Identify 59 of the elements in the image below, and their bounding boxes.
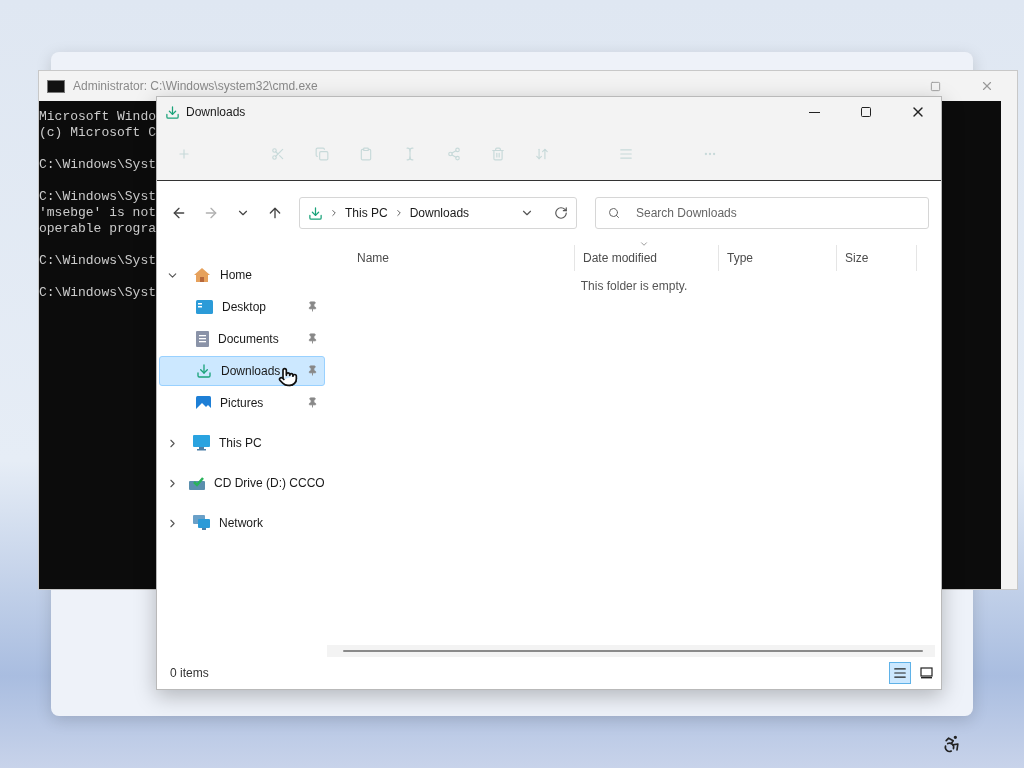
column-header[interactable]: Size (837, 245, 917, 271)
search-field[interactable]: Search Downloads (595, 197, 929, 229)
download-icon (196, 363, 212, 379)
minimize-icon (808, 111, 820, 113)
console-line: C:\Windows\Syst (39, 189, 157, 204)
console-line: Microsoft Windo (39, 109, 157, 124)
list-icon (893, 666, 907, 680)
address-bar[interactable]: This PC Downloads (299, 197, 577, 229)
horizontal-scrollbar[interactable] (327, 645, 935, 657)
download-icon (308, 205, 323, 221)
sidebar-item[interactable]: Desktop (159, 292, 325, 322)
tile-icon (919, 667, 933, 679)
sidebar-item[interactable]: Home (159, 260, 325, 290)
sidebar-item[interactable]: This PC (159, 428, 325, 458)
hand-cursor-icon (278, 367, 298, 387)
window-title: Downloads (186, 105, 247, 119)
network-icon (193, 515, 210, 531)
sidebar-item[interactable]: Pictures (159, 388, 325, 418)
details-view-button[interactable] (889, 662, 911, 684)
console-line: 'msebge' is not (39, 205, 157, 220)
sort-caret-icon (639, 239, 649, 249)
document-icon (196, 331, 209, 347)
house-icon (193, 267, 211, 283)
drive-icon (189, 476, 205, 490)
column-header[interactable]: Type (719, 245, 837, 271)
breadcrumb[interactable]: This PC (345, 206, 388, 220)
console-line: C:\Windows\Syst (39, 285, 157, 300)
accessibility-icon[interactable] (942, 734, 962, 754)
pin-icon[interactable] (307, 333, 318, 344)
scrollbar-thumb[interactable] (343, 650, 923, 652)
pin-icon[interactable] (307, 397, 318, 408)
breadcrumb-separator-icon (329, 208, 339, 218)
console-app-icon (47, 79, 65, 93)
monitor-icon (193, 435, 210, 451)
refresh-icon[interactable] (554, 206, 568, 220)
pin-icon[interactable] (307, 365, 318, 376)
breadcrumb[interactable]: Downloads (409, 206, 470, 220)
console-line: C:\Windows\Syst (39, 157, 157, 172)
sidebar-item[interactable]: Documents (159, 324, 325, 354)
console-line: operable progra (39, 221, 157, 236)
sidebar-item[interactable]: Network (159, 508, 325, 538)
column-header[interactable]: Name (327, 245, 575, 271)
picture-icon (196, 395, 211, 411)
console-line: C:\Windows\Syst (39, 253, 157, 268)
search-icon (608, 207, 620, 219)
column-header[interactable]: Date modified (575, 245, 719, 271)
maximize-icon[interactable] (929, 80, 941, 92)
maximize-icon (860, 106, 872, 118)
pin-icon[interactable] (307, 301, 318, 312)
console-line: (c) Microsoft C (39, 125, 157, 140)
sidebar-item[interactable]: Downloads (159, 356, 325, 386)
forward-arrow-icon (203, 205, 219, 221)
item-count: 0 items (170, 666, 210, 680)
download-icon (165, 104, 180, 120)
window-title: Administrator: C:\Windows\system32\cmd.exe (73, 79, 319, 93)
desktop-icon (196, 300, 213, 314)
close-icon[interactable] (980, 79, 994, 93)
sidebar-item[interactable]: CD Drive (D:) CCCO (159, 468, 325, 498)
empty-folder-message: This folder is empty. (579, 279, 689, 293)
